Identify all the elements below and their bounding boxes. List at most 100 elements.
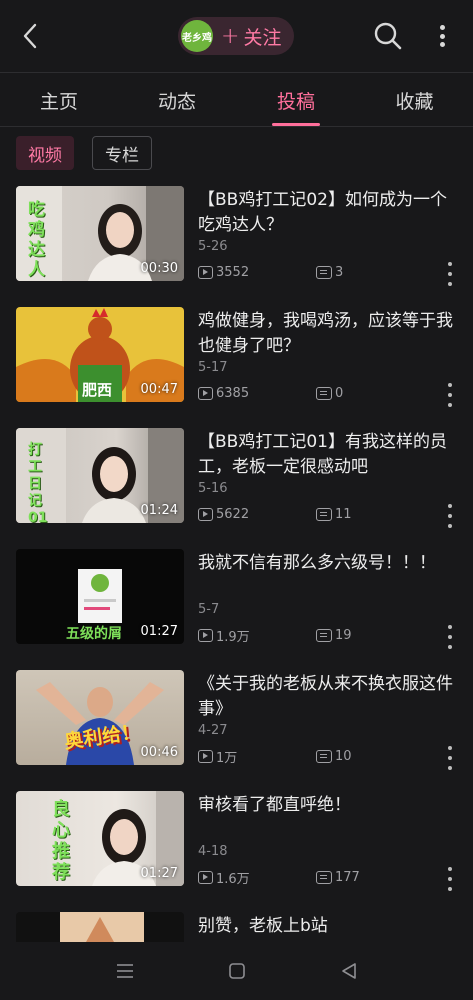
video-title[interactable]: 别赞，老板上b站	[198, 914, 460, 939]
tabs-divider	[0, 126, 473, 127]
more-vertical-icon	[448, 746, 452, 750]
thumbnail-caption: 良心推荐	[52, 799, 70, 883]
video-item[interactable]: 别赞，老板上b站	[0, 912, 473, 942]
video-item[interactable]: 吃鸡达人 00:30 【BB鸡打工记02】如何成为一个吃鸡达人？ 5-26 35…	[0, 186, 473, 307]
home-square-icon	[229, 963, 245, 979]
video-date: 5-16	[198, 481, 228, 496]
video-duration: 00:46	[140, 745, 178, 760]
video-stats: 1.6万 177	[198, 868, 360, 887]
item-more-button[interactable]	[446, 746, 454, 770]
top-bar: 老乡鸡 + 关注	[0, 0, 473, 72]
video-stats: 6385 0	[198, 384, 343, 402]
danmaku-icon	[316, 386, 332, 400]
brand-logo: 老乡鸡	[181, 20, 213, 52]
comment-count: 177	[335, 869, 360, 885]
view-count: 1.6万	[216, 871, 250, 887]
video-thumbnail[interactable]: 吃鸡达人 00:30	[16, 186, 184, 281]
item-more-button[interactable]	[446, 867, 454, 891]
more-vertical-icon	[448, 262, 452, 266]
video-title[interactable]: 【BB鸡打工记01】有我这样的员工，老板一定很感动吧	[198, 430, 460, 480]
video-item[interactable]: 打工日记01 01:24 【BB鸡打工记01】有我这样的员工，老板一定很感动吧 …	[0, 428, 473, 549]
filter-column-chip[interactable]: 专栏	[92, 136, 152, 170]
video-stats: 3552 3	[198, 263, 343, 281]
video-thumbnail[interactable]: 奥利给！ 00:46	[16, 670, 184, 765]
video-title[interactable]: 审核看了都直呼绝！	[198, 793, 460, 818]
view-count: 1.9万	[216, 629, 250, 645]
video-duration: 01:24	[140, 503, 178, 518]
nav-home-button[interactable]	[226, 960, 248, 982]
menu-icon	[117, 964, 133, 978]
thumbnail-caption: 吃鸡达人	[28, 200, 45, 280]
search-button[interactable]	[372, 20, 404, 52]
play-count-icon	[198, 870, 213, 884]
tab-submissions[interactable]: 投稿	[236, 74, 356, 126]
view-count: 5622	[216, 506, 250, 522]
follow-button[interactable]: + 关注	[221, 23, 281, 50]
chevron-left-icon	[23, 23, 37, 49]
more-vertical-icon	[448, 625, 452, 629]
play-count-icon	[198, 386, 213, 400]
view-count: 6385	[216, 385, 250, 401]
chip-label: 视频	[28, 145, 62, 166]
video-item[interactable]: 良心推荐 01:27 审核看了都直呼绝！ 4-18 1.6万 177	[0, 791, 473, 912]
video-thumbnail[interactable]: 打工日记01 01:24	[16, 428, 184, 523]
video-title[interactable]: 【BB鸡打工记02】如何成为一个吃鸡达人？	[198, 188, 460, 238]
tab-favorites[interactable]: 收藏	[356, 74, 473, 126]
tab-label: 动态	[157, 90, 196, 113]
video-duration: 00:30	[140, 261, 178, 276]
video-date: 4-18	[198, 844, 228, 859]
more-options-button[interactable]	[432, 22, 452, 50]
danmaku-icon	[316, 749, 332, 763]
system-nav-bar	[0, 942, 473, 1000]
tab-home[interactable]: 主页	[0, 74, 118, 126]
comment-count: 19	[335, 627, 352, 643]
video-thumbnail[interactable]: 肥西 00:47	[16, 307, 184, 402]
video-thumbnail[interactable]: 五级的屑 01:27	[16, 549, 184, 644]
video-item[interactable]: 五级的屑 01:27 我就不信有那么多六级号！！！ 5-7 1.9万 19	[0, 549, 473, 670]
video-title[interactable]: 《关于我的老板从来不换衣服这件事》	[198, 672, 460, 722]
video-title[interactable]: 鸡做健身，我喝鸡汤，应该等于我也健身了吧？	[198, 309, 460, 359]
item-more-button[interactable]	[446, 504, 454, 528]
video-date: 5-17	[198, 360, 228, 375]
video-duration: 01:27	[140, 624, 178, 639]
video-stats: 1.9万 19	[198, 626, 352, 645]
video-item[interactable]: 肥西 00:47 鸡做健身，我喝鸡汤，应该等于我也健身了吧？ 5-17 6385…	[0, 307, 473, 428]
video-duration: 00:47	[140, 382, 178, 397]
item-more-button[interactable]	[446, 383, 454, 407]
thumbnail-caption: 肥西	[82, 381, 113, 399]
play-count-icon	[198, 507, 213, 521]
video-thumbnail[interactable]: 良心推荐 01:27	[16, 791, 184, 886]
comment-count: 3	[335, 264, 344, 280]
nav-menu-button[interactable]	[114, 960, 136, 982]
item-more-button[interactable]	[446, 625, 454, 649]
video-date: 4-27	[198, 723, 228, 738]
back-triangle-icon	[342, 963, 356, 979]
nav-back-button[interactable]	[338, 960, 360, 982]
comment-count: 11	[335, 506, 352, 522]
danmaku-icon	[316, 628, 332, 642]
chip-label: 专栏	[105, 145, 139, 166]
tab-label: 投稿	[276, 90, 315, 113]
back-button[interactable]	[16, 20, 44, 52]
comment-count: 0	[335, 385, 344, 401]
video-date: 5-26	[198, 239, 228, 254]
danmaku-icon	[316, 870, 332, 884]
video-title[interactable]: 我就不信有那么多六级号！！！	[198, 551, 460, 576]
video-duration: 01:27	[140, 866, 178, 881]
thumbnail-image	[60, 912, 144, 942]
play-count-icon	[198, 265, 213, 279]
video-item[interactable]: 奥利给！ 00:46 《关于我的老板从来不换衣服这件事》 4-27 1万 10	[0, 670, 473, 791]
play-count-icon	[198, 749, 213, 763]
video-stats: 1万 10	[198, 747, 352, 766]
plus-icon: +	[221, 23, 240, 49]
more-vertical-icon	[448, 383, 452, 387]
search-icon	[374, 22, 402, 50]
filter-video-chip[interactable]: 视频	[16, 136, 74, 170]
danmaku-icon	[316, 507, 332, 521]
header-divider	[0, 72, 473, 73]
video-thumbnail[interactable]	[16, 912, 184, 942]
tab-dynamics[interactable]: 动态	[118, 74, 236, 126]
brand-follow-pill[interactable]: 老乡鸡 + 关注	[178, 17, 294, 55]
follow-label: 关注	[243, 26, 282, 49]
item-more-button[interactable]	[446, 262, 454, 286]
